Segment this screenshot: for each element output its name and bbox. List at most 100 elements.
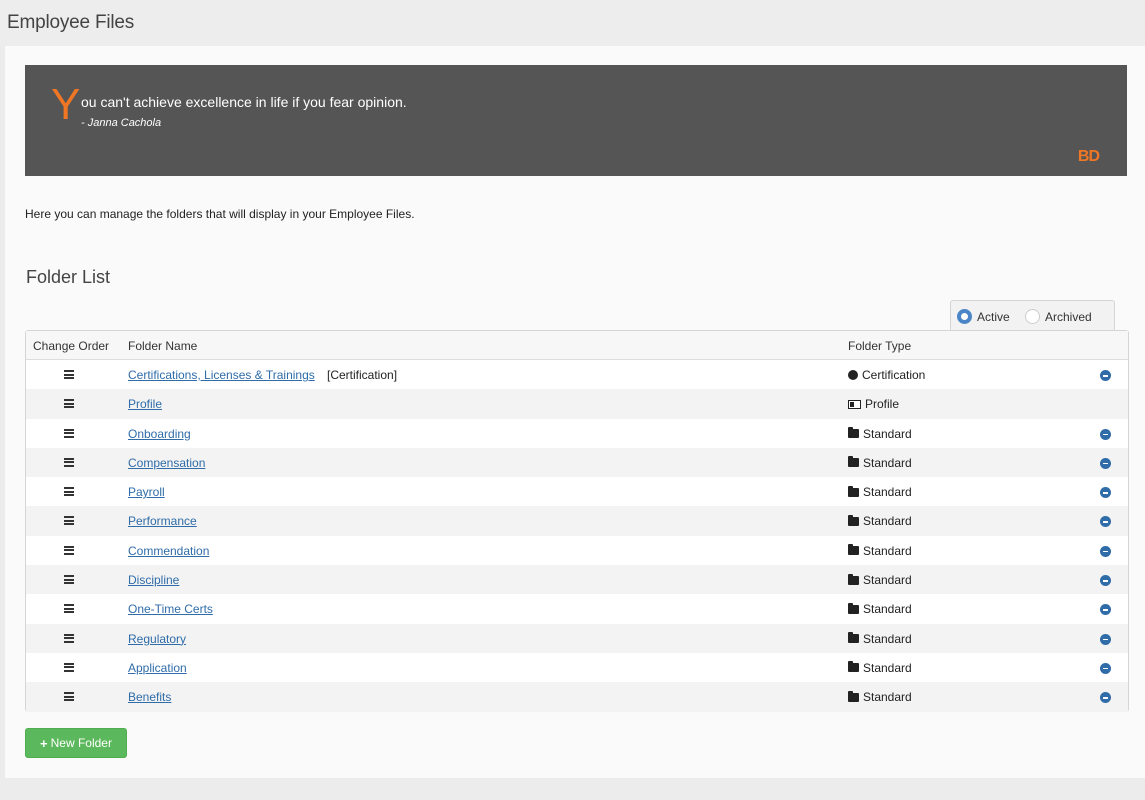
drag-handle-icon[interactable] <box>64 692 74 702</box>
remove-circle-icon[interactable] <box>1100 516 1111 528</box>
folder-name-link[interactable]: Application <box>128 661 187 675</box>
drag-handle-icon[interactable] <box>64 399 74 409</box>
folder-type: Profile <box>848 397 899 411</box>
folder-type-label: Standard <box>863 602 912 617</box>
folder-icon <box>848 602 859 614</box>
folder-type-label: Standard <box>863 514 912 529</box>
folder-type: Standard <box>848 456 912 470</box>
remove-circle-icon[interactable] <box>1100 487 1111 499</box>
folder-name-link[interactable]: Payroll <box>128 485 165 499</box>
header-folder-type: Folder Type <box>848 339 912 353</box>
folder-type: Standard <box>848 602 912 616</box>
header-change-order: Change Order <box>33 339 110 353</box>
folder-type-label: Standard <box>863 690 912 705</box>
filter-archived-option[interactable]: Archived <box>1025 309 1092 324</box>
folder-type-label: Standard <box>863 455 912 470</box>
status-filter: Active Archived <box>950 300 1115 330</box>
table-row: Certifications, Licenses & Trainings [Cer… <box>26 360 1128 390</box>
brand-logo-icon: BD <box>1077 148 1100 165</box>
folder-icon <box>848 514 859 526</box>
table-header: Change Order Folder Name Folder Type <box>26 331 1128 360</box>
folder-name-link[interactable]: Benefits <box>128 690 171 704</box>
folder-type: Standard <box>848 632 912 646</box>
remove-circle-icon[interactable] <box>1100 633 1111 645</box>
filter-active-label: Active <box>977 309 1010 324</box>
folder-name-link[interactable]: Certifications, Licenses & Trainings <box>128 368 315 382</box>
quote-initial: Y <box>51 80 81 129</box>
folder-icon <box>848 573 859 585</box>
filter-active-option[interactable]: Active <box>957 309 1010 324</box>
folder-type-label: Standard <box>863 573 912 588</box>
page-header: Employee Files <box>0 0 1145 46</box>
drag-handle-icon[interactable] <box>64 575 74 585</box>
folder-icon <box>848 456 859 468</box>
folder-name-link[interactable]: Compensation <box>128 456 205 470</box>
main-panel: Y ou can't achieve excellence in life if… <box>5 46 1145 778</box>
folder-type-label: Standard <box>863 426 912 441</box>
table-row: Discipline Standard <box>26 565 1128 595</box>
remove-circle-icon[interactable] <box>1100 370 1111 381</box>
folder-type-label: Profile <box>865 397 900 412</box>
folder-name-link[interactable]: Performance <box>128 514 197 528</box>
remove-circle-icon[interactable] <box>1100 575 1111 587</box>
drag-handle-icon[interactable] <box>64 370 74 379</box>
folder-name-link[interactable]: Discipline <box>128 573 179 587</box>
table-row: Onboarding Standard <box>26 418 1128 448</box>
folder-type: Standard <box>848 514 912 528</box>
quote-text: ou can't achieve excellence in life if y… <box>81 94 407 110</box>
folder-icon <box>848 632 859 644</box>
folder-type-label: Standard <box>863 485 912 500</box>
folder-type: Certification <box>848 368 925 382</box>
remove-circle-icon[interactable] <box>1100 428 1111 440</box>
drag-handle-icon[interactable] <box>64 545 74 555</box>
folder-type-label: Standard <box>863 660 912 675</box>
intro-text: Here you can manage the folders that wil… <box>25 207 415 221</box>
drag-handle-icon[interactable] <box>64 487 74 497</box>
drag-handle-icon[interactable] <box>64 428 74 438</box>
remove-circle-icon[interactable] <box>1100 457 1111 469</box>
remove-circle-icon[interactable] <box>1100 692 1111 704</box>
section-title: Folder List <box>26 267 111 287</box>
folder-type: Standard <box>848 544 912 558</box>
folder-type: Standard <box>848 690 912 704</box>
drag-handle-icon[interactable] <box>64 516 74 526</box>
remove-circle-icon[interactable] <box>1100 604 1111 616</box>
folder-suffix: [Certification] <box>327 368 398 382</box>
table-row: Application Standard <box>26 652 1128 683</box>
folder-icon <box>848 427 859 439</box>
remove-circle-icon[interactable] <box>1100 662 1111 674</box>
folder-name-link[interactable]: Commendation <box>128 544 209 558</box>
new-folder-button[interactable]: + New Folder <box>25 728 127 758</box>
folder-name-link[interactable]: Onboarding <box>128 427 191 441</box>
table-row: Payroll Standard <box>26 477 1128 507</box>
drag-handle-icon[interactable] <box>64 604 74 614</box>
folder-icon <box>848 661 859 673</box>
radio-unchecked-icon[interactable] <box>1025 309 1040 324</box>
folder-type: Standard <box>848 573 912 587</box>
quote-author: - Janna Cachola <box>81 117 162 129</box>
folder-name-link[interactable]: Profile <box>128 397 162 411</box>
folder-type: Standard <box>848 661 912 675</box>
drag-handle-icon[interactable] <box>64 457 74 467</box>
page-title: Employee Files <box>7 12 135 33</box>
folder-type: Standard <box>848 427 912 441</box>
folder-name-link[interactable]: One-Time Certs <box>128 602 213 616</box>
filter-archived-label: Archived <box>1045 309 1092 324</box>
table-row: Commendation Standard <box>26 535 1128 566</box>
folder-type-label: Standard <box>863 543 912 558</box>
drag-handle-icon[interactable] <box>64 633 74 643</box>
table-row: Performance Standard <box>26 506 1128 536</box>
table-row: One-Time Certs Standard <box>26 594 1128 624</box>
folder-icon <box>848 690 859 702</box>
folder-icon <box>848 485 859 497</box>
folder-icon <box>848 544 859 556</box>
remove-circle-icon[interactable] <box>1100 545 1111 557</box>
folder-type-label: Standard <box>863 631 912 646</box>
quote-banner: Y ou can't achieve excellence in life if… <box>25 65 1127 176</box>
folder-name-link[interactable]: Regulatory <box>128 632 186 646</box>
header-folder-name: Folder Name <box>128 339 198 353</box>
radio-checked-icon[interactable] <box>957 309 972 324</box>
table-body: Certifications, Licenses & Trainings [Cer… <box>26 360 1128 712</box>
table-row: Compensation Standard <box>26 447 1128 478</box>
drag-handle-icon[interactable] <box>64 662 74 672</box>
